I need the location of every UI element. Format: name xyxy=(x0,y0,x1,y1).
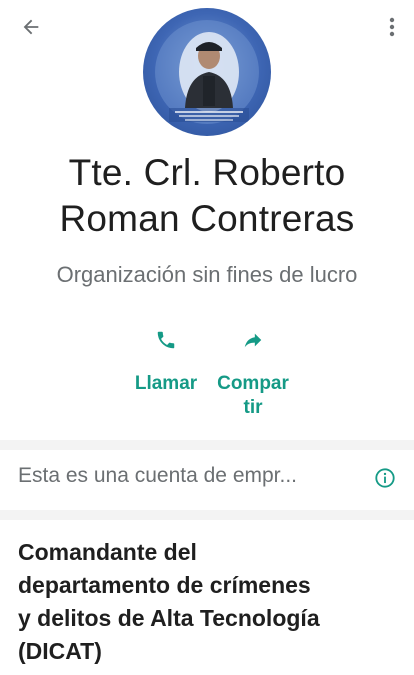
profile-photo-image xyxy=(155,20,259,124)
share-button[interactable]: Compar tir xyxy=(208,322,298,420)
share-label-line1: Compar xyxy=(217,373,289,394)
call-button[interactable]: Llamar xyxy=(126,322,206,396)
business-profile-screen: Tte. Crl. Roberto Roman Contreras Organi… xyxy=(0,0,414,675)
share-label-line2: tir xyxy=(243,397,263,418)
description-line2: departamento de crímenes xyxy=(18,572,311,598)
section-divider xyxy=(0,440,414,450)
description-line4: (DICAT) xyxy=(18,638,102,664)
section-divider xyxy=(0,510,414,520)
share-label: Compar tir xyxy=(208,372,298,420)
more-vertical-icon xyxy=(389,17,395,37)
phone-icon xyxy=(157,331,175,349)
profile-name-line1: Tte. Crl. Roberto xyxy=(68,152,346,193)
profile-name: Tte. Crl. Roberto Roman Contreras xyxy=(0,150,414,242)
arrow-left-icon xyxy=(23,19,39,35)
share-arrow-icon xyxy=(244,333,262,348)
action-buttons: Llamar Compar tir xyxy=(0,322,414,432)
business-category: Organización sin fines de lucro xyxy=(56,262,358,287)
more-options-button[interactable] xyxy=(380,10,404,44)
business-description: Comandante del departamento de crímenes … xyxy=(18,536,398,668)
profile-name-line2: Roman Contreras xyxy=(59,198,355,239)
back-button[interactable] xyxy=(14,10,48,44)
info-icon[interactable] xyxy=(374,467,396,489)
business-account-text: Esta es una cuenta de empr... xyxy=(18,464,298,487)
call-label: Llamar xyxy=(134,373,198,394)
description-line3: y delitos de Alta Tecnología xyxy=(18,605,320,631)
business-account-notice[interactable]: Esta es una cuenta de empr... xyxy=(0,454,414,504)
description-line1: Comandante del xyxy=(18,539,197,565)
profile-photo[interactable] xyxy=(143,8,271,136)
